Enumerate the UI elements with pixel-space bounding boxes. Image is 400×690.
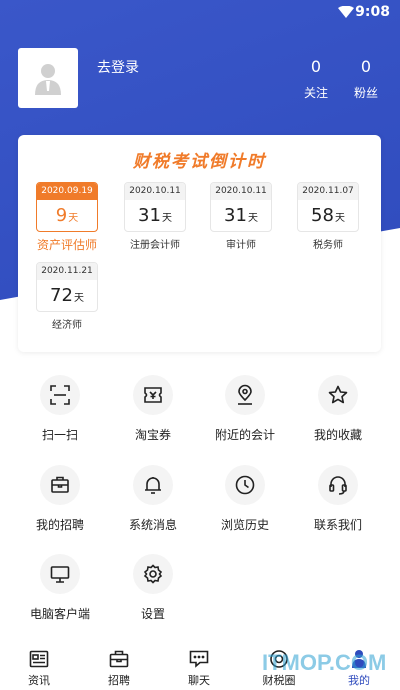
menu-label: 电脑客户端 xyxy=(29,607,90,621)
menu-label: 扫一扫 xyxy=(41,428,78,442)
followers-stat[interactable]: 0 粉丝 xyxy=(346,58,386,101)
menu-item-history[interactable]: 浏览历史 xyxy=(200,465,290,533)
tab-jobs[interactable]: 招聘 xyxy=(89,648,149,688)
menu-label: 系统消息 xyxy=(128,518,177,532)
countdown-days: 31天 xyxy=(224,205,258,226)
briefcase-icon xyxy=(40,465,80,505)
headset-icon xyxy=(318,465,358,505)
countdown-exam-name: 资产评估师 xyxy=(36,238,97,252)
location-pin-icon xyxy=(225,375,265,415)
countdown-days: 58天 xyxy=(311,205,345,226)
countdown-title: 财税考试倒计时 xyxy=(133,152,266,172)
tab-label: 聊天 xyxy=(188,674,210,687)
following-count: 0 xyxy=(310,57,322,76)
following-stat[interactable]: 0 关注 xyxy=(296,58,336,101)
countdown-exam-name: 经济师 xyxy=(52,320,82,331)
followers-count: 0 xyxy=(360,57,372,76)
followers-label: 粉丝 xyxy=(353,86,378,100)
menu-label: 联系我们 xyxy=(313,518,362,532)
menu-item-favorites[interactable]: 我的收藏 xyxy=(293,375,383,443)
news-icon xyxy=(9,648,69,670)
countdown-box: 2020.10.11 31天 xyxy=(124,182,186,232)
countdown-item[interactable]: 2020.10.11 31天 注册会计师 xyxy=(123,182,187,251)
star-icon xyxy=(318,375,358,415)
countdown-exam-name: 审计师 xyxy=(226,240,256,251)
login-link[interactable]: 去登录 xyxy=(97,57,139,77)
menu-label: 淘宝券 xyxy=(134,428,171,442)
default-avatar-icon xyxy=(35,64,61,95)
status-bar: 9:08 xyxy=(0,0,400,26)
menu-item-desktop-client[interactable]: 电脑客户端 xyxy=(15,554,105,622)
countdown-box: 2020.10.11 31天 xyxy=(210,182,272,232)
countdown-date: 2020.11.21 xyxy=(37,263,97,280)
countdown-item[interactable]: 2020.11.07 58天 税务师 xyxy=(296,182,360,251)
menu-item-system-messages[interactable]: 系统消息 xyxy=(108,465,198,533)
bell-icon xyxy=(133,465,173,505)
exam-countdown-card: 财税考试倒计时 2020.09.19 9天 资产评估师 2020.10.11 3… xyxy=(18,135,381,352)
following-label: 关注 xyxy=(303,86,328,100)
countdown-exam-name: 注册会计师 xyxy=(130,240,180,251)
menu-label: 附近的会计 xyxy=(214,428,275,442)
gear-icon xyxy=(133,554,173,594)
coupon-icon xyxy=(133,375,173,415)
menu-label: 我的收藏 xyxy=(313,428,362,442)
status-time: 9:08 xyxy=(355,4,390,20)
menu-item-nearby-accountants[interactable]: 附近的会计 xyxy=(200,375,290,443)
menu-item-scan[interactable]: 扫一扫 xyxy=(15,375,105,443)
chat-icon xyxy=(169,648,229,670)
scan-icon xyxy=(40,375,80,415)
avatar[interactable] xyxy=(18,48,78,108)
tab-label: 招聘 xyxy=(108,674,130,687)
tab-chat[interactable]: 聊天 xyxy=(169,648,229,688)
monitor-icon xyxy=(40,554,80,594)
menu-item-coupon[interactable]: 淘宝券 xyxy=(108,375,198,443)
wifi-icon xyxy=(338,6,354,18)
menu-item-contact-us[interactable]: 联系我们 xyxy=(293,465,383,533)
countdown-date: 2020.10.11 xyxy=(211,183,271,200)
countdown-item[interactable]: 2020.10.11 31天 审计师 xyxy=(209,182,273,251)
countdown-days: 31天 xyxy=(138,205,172,226)
menu-label: 设置 xyxy=(140,607,165,621)
countdown-date: 2020.11.07 xyxy=(298,183,358,200)
countdown-date: 2020.09.19 xyxy=(37,183,97,200)
menu-item-my-jobs[interactable]: 我的招聘 xyxy=(15,465,105,533)
briefcase-icon xyxy=(89,648,149,670)
menu-item-settings[interactable]: 设置 xyxy=(108,554,198,622)
countdown-box: 2020.11.21 72天 xyxy=(36,262,98,312)
countdown-box: 2020.11.07 58天 xyxy=(297,182,359,232)
countdown-exam-name: 税务师 xyxy=(313,240,343,251)
tab-label: 资讯 xyxy=(28,674,50,687)
menu-label: 我的招聘 xyxy=(35,518,84,532)
countdown-date: 2020.10.11 xyxy=(125,183,185,200)
clock-icon xyxy=(225,465,265,505)
countdown-days: 72天 xyxy=(50,285,84,306)
countdown-days: 9天 xyxy=(55,205,79,226)
menu-label: 浏览历史 xyxy=(220,518,269,532)
countdown-item[interactable]: 2020.09.19 9天 资产评估师 xyxy=(35,182,99,253)
countdown-item[interactable]: 2020.11.21 72天 经济师 xyxy=(35,262,99,331)
countdown-box: 2020.09.19 9天 xyxy=(36,182,98,232)
watermark: ITMOP.COM xyxy=(262,650,387,675)
tab-news[interactable]: 资讯 xyxy=(9,648,69,688)
